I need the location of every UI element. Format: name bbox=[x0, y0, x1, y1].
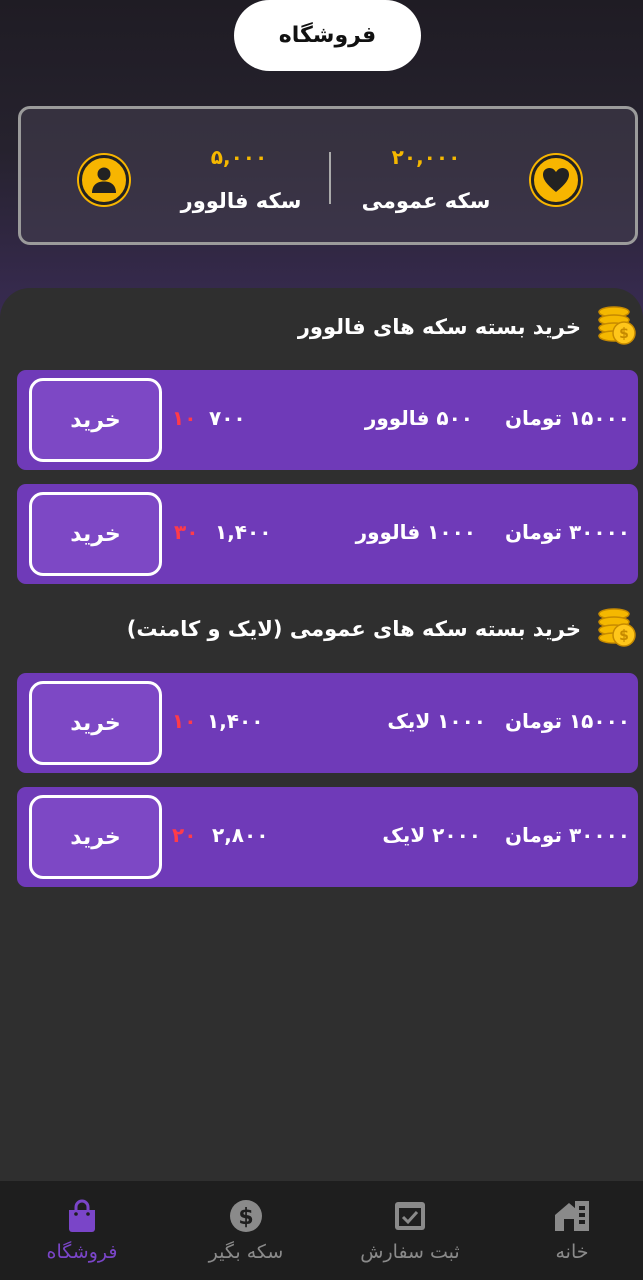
buy-button[interactable]: خرید bbox=[29, 378, 162, 462]
store-panel: $ خرید بسته سکه های فالوور خرید ۱۰ ۷۰۰ ۵… bbox=[0, 288, 643, 1188]
nav-label-order: ثبت سفارش bbox=[360, 1241, 460, 1263]
user-icon bbox=[79, 155, 129, 205]
general-coin-label: سکه عمومی bbox=[361, 189, 491, 213]
checkbox-icon bbox=[395, 1202, 425, 1230]
pack-discount: ۲۰ bbox=[172, 823, 197, 847]
svg-text:$: $ bbox=[619, 326, 629, 342]
svg-text:$: $ bbox=[238, 1205, 253, 1230]
follower-coin-amount: ۵,۰۰۰ bbox=[210, 145, 268, 169]
pack-general-1: خرید ۱۰ ۱,۴۰۰ ۱۰۰۰ لایک ۱۵۰۰۰ تومان bbox=[17, 673, 638, 773]
section-title-follower: خرید بسته سکه های فالوور bbox=[297, 315, 581, 339]
svg-text:$: $ bbox=[619, 628, 629, 644]
pack-quantity: ۱۰۰۰ لایک bbox=[387, 709, 486, 733]
pack-discount: ۱۰ bbox=[172, 406, 197, 430]
coins-icon: $ bbox=[598, 608, 636, 647]
balance-card: ۲۰,۰۰۰ سکه عمومی ۵,۰۰۰ سکه فالوور bbox=[18, 106, 638, 245]
general-coin-amount: ۲۰,۰۰۰ bbox=[391, 145, 461, 169]
pack-amount: ۷۰۰ bbox=[209, 406, 246, 430]
home-icon bbox=[555, 1201, 589, 1231]
pack-price: ۱۵۰۰۰ تومان bbox=[504, 709, 630, 733]
pack-amount: ۱,۴۰۰ bbox=[215, 520, 272, 544]
buy-button[interactable]: خرید bbox=[29, 492, 162, 576]
buy-button[interactable]: خرید bbox=[29, 681, 162, 765]
pack-follower-1: خرید ۱۰ ۷۰۰ ۵۰۰ فالوور ۱۵۰۰۰ تومان bbox=[17, 370, 638, 470]
pack-general-2: خرید ۲۰ ۲,۸۰۰ ۲۰۰۰ لایک ۳۰۰۰۰ تومان bbox=[17, 787, 638, 887]
pack-amount: ۱,۴۰۰ bbox=[207, 709, 264, 733]
pack-quantity: ۵۰۰ فالوور bbox=[364, 406, 473, 430]
dollar-coin-icon: $ bbox=[230, 1200, 262, 1232]
nav-label-get-coin: سکه بگیر bbox=[208, 1241, 284, 1263]
nav-item-get-coin[interactable]: $ سکه بگیر bbox=[166, 1181, 326, 1280]
nav-item-order[interactable]: ثبت سفارش bbox=[330, 1181, 490, 1280]
pack-discount: ۱۰ bbox=[172, 709, 197, 733]
pack-quantity: ۱۰۰۰ فالوور bbox=[355, 520, 476, 544]
nav-item-home[interactable]: خانه bbox=[492, 1181, 643, 1280]
pack-follower-2: خرید ۳۰ ۱,۴۰۰ ۱۰۰۰ فالوور ۳۰۰۰۰ تومان bbox=[17, 484, 638, 584]
nav-label-home: خانه bbox=[555, 1241, 589, 1263]
nav-item-shop[interactable]: فروشگاه bbox=[2, 1181, 162, 1280]
bottom-navigation: فروشگاه $ سکه بگیر ثبت سفارش خانه bbox=[0, 1181, 643, 1280]
heart-icon bbox=[531, 155, 581, 205]
page-title: فروشگاه bbox=[234, 0, 421, 71]
balance-divider bbox=[329, 152, 331, 204]
pack-price: ۳۰۰۰۰ تومان bbox=[504, 823, 630, 847]
section-title-general: خرید بسته سکه های عمومی (لایک و کامنت) bbox=[126, 617, 581, 641]
pack-discount: ۳۰ bbox=[174, 520, 199, 544]
pack-price: ۱۵۰۰۰ تومان bbox=[504, 406, 630, 430]
coins-icon: $ bbox=[598, 306, 636, 345]
buy-button[interactable]: خرید bbox=[29, 795, 162, 879]
pack-amount: ۲,۸۰۰ bbox=[212, 823, 269, 847]
nav-label-shop: فروشگاه bbox=[46, 1241, 118, 1263]
shopping-bag-icon bbox=[69, 1199, 95, 1232]
pack-price: ۳۰۰۰۰ تومان bbox=[504, 520, 630, 544]
pack-quantity: ۲۰۰۰ لایک bbox=[382, 823, 481, 847]
follower-coin-label: سکه فالوور bbox=[180, 189, 302, 213]
